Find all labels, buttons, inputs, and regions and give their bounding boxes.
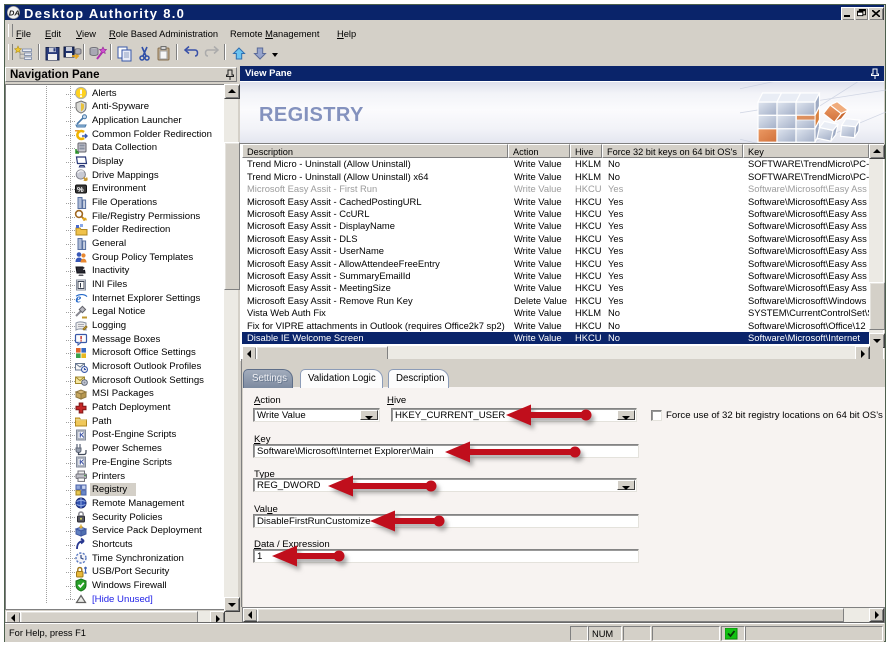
- svg-text:I: I: [80, 282, 82, 289]
- svg-text:e: e: [76, 291, 82, 305]
- svg-text:%: %: [77, 185, 84, 194]
- svg-text:K: K: [79, 432, 84, 439]
- svg-text:z: z: [83, 266, 86, 272]
- svg-text:K: K: [79, 460, 84, 467]
- svg-text:DA: DA: [9, 9, 20, 18]
